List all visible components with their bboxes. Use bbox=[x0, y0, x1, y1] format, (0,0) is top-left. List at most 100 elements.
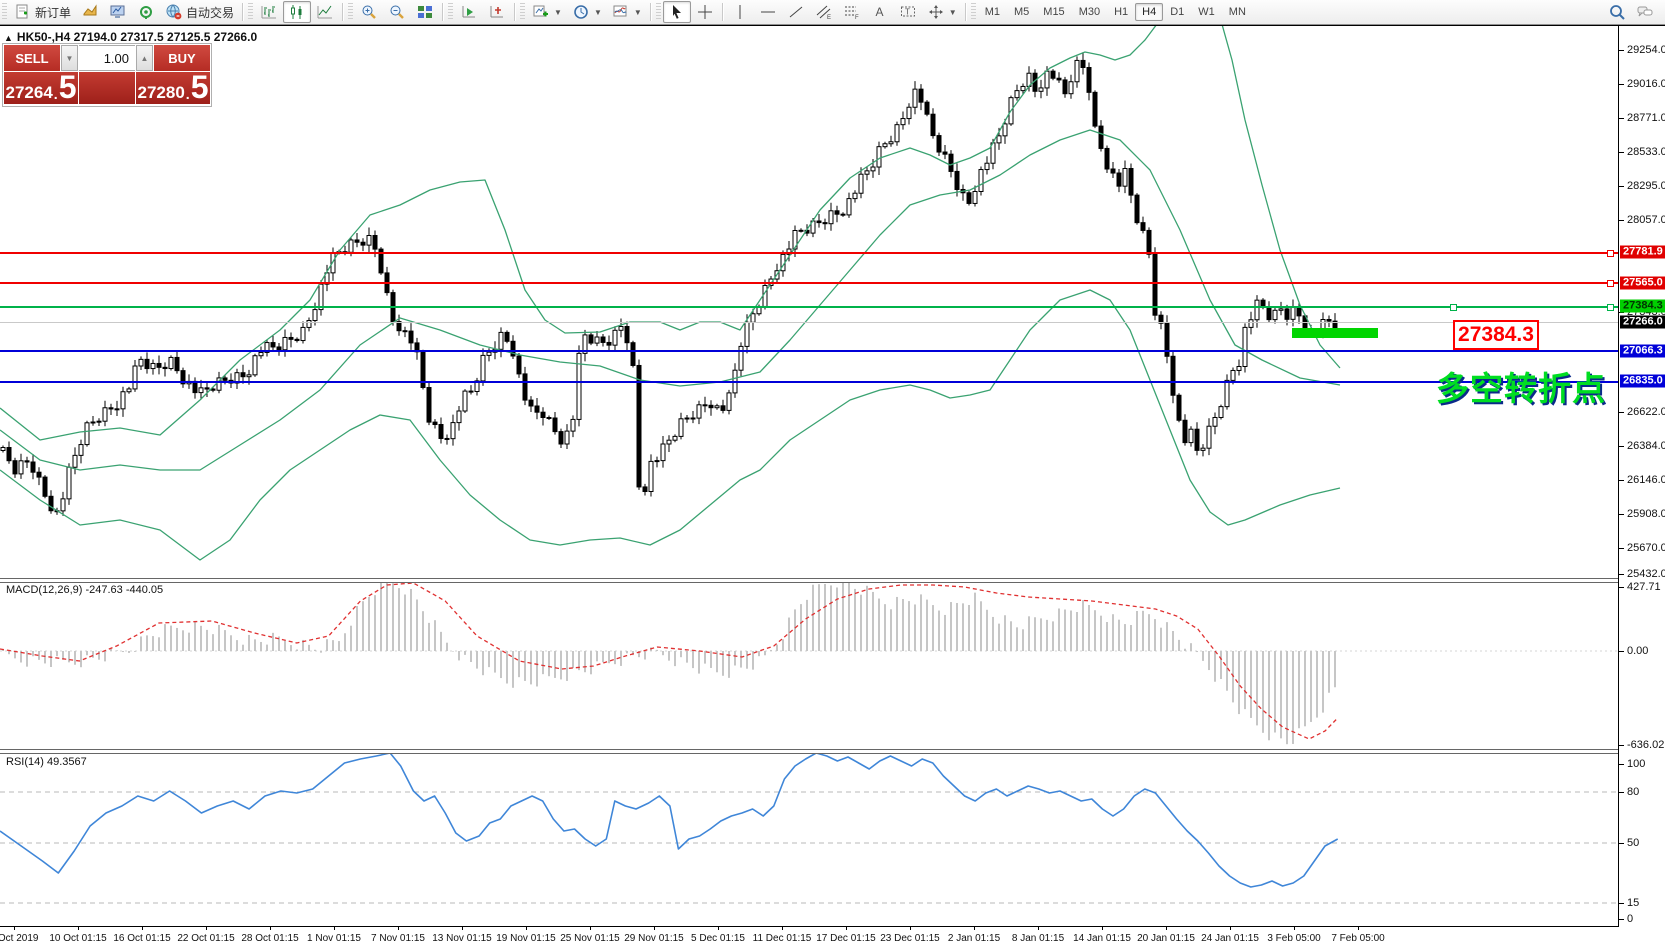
hline-handle[interactable] bbox=[1607, 250, 1614, 257]
bar-chart-icon[interactable] bbox=[255, 1, 283, 23]
time-tick bbox=[1038, 926, 1039, 930]
macd-pane[interactable] bbox=[0, 581, 1618, 749]
crosshair-icon[interactable] bbox=[691, 1, 719, 23]
hline-27781.9[interactable] bbox=[0, 252, 1618, 254]
buy-button[interactable]: BUY bbox=[154, 45, 210, 71]
time-tick bbox=[1358, 926, 1359, 930]
price-label: 26622.0 bbox=[1627, 406, 1665, 418]
chinese-annotation[interactable]: 多空转折点 bbox=[1436, 362, 1606, 410]
time-label: 7 Feb 05:00 bbox=[1331, 933, 1384, 944]
auto-scroll-icon[interactable] bbox=[455, 1, 483, 23]
price-tick bbox=[1619, 574, 1624, 575]
caret-down-icon: ▼ bbox=[634, 8, 642, 17]
tf-m15[interactable]: M15 bbox=[1036, 3, 1071, 21]
hline-27384.3[interactable] bbox=[0, 306, 1618, 308]
volume-input[interactable]: 1.00 bbox=[79, 45, 135, 71]
navigator-icon[interactable] bbox=[132, 1, 160, 23]
line-chart-icon[interactable] bbox=[311, 1, 339, 23]
new-chart-dropdown[interactable]: ▼ bbox=[527, 0, 567, 24]
tf-h4[interactable]: H4 bbox=[1135, 3, 1163, 21]
time-tick bbox=[654, 926, 655, 930]
volume-down-button[interactable]: ▼ bbox=[61, 45, 78, 71]
buy-price-button[interactable]: 27280.5 bbox=[136, 72, 210, 104]
market-watch-icon[interactable] bbox=[76, 1, 104, 23]
time-tick bbox=[142, 926, 143, 930]
sell-price-main: 27264 bbox=[6, 84, 53, 101]
macd-tick bbox=[1619, 651, 1624, 652]
zoom-in-icon[interactable] bbox=[355, 1, 383, 23]
chart-shift-icon[interactable] bbox=[483, 1, 511, 23]
fibonacci-icon[interactable]: F bbox=[838, 1, 866, 23]
time-label: 16 Oct 01:15 bbox=[113, 933, 170, 944]
price-badge-27384.3: 27384.3 bbox=[1620, 300, 1665, 313]
price-tick bbox=[1619, 152, 1624, 153]
chart-window[interactable]: ▲HK50-,H4 27194.0 27317.5 27125.5 27266.… bbox=[0, 25, 1665, 949]
cursor-icon[interactable] bbox=[663, 1, 691, 23]
price-label: 28771.0 bbox=[1627, 112, 1665, 124]
price-tick bbox=[1619, 84, 1624, 85]
rsi-separator[interactable] bbox=[0, 749, 1619, 754]
macd-separator[interactable] bbox=[0, 578, 1619, 583]
indicators-dropdown[interactable]: ▼ bbox=[607, 0, 647, 24]
pivot-price-label[interactable]: 27384.3 bbox=[1453, 320, 1539, 350]
vertical-line-icon[interactable] bbox=[726, 1, 754, 23]
price-tick bbox=[1619, 220, 1624, 221]
candlestick-chart-icon[interactable] bbox=[283, 1, 311, 23]
time-label: 3 Oct 2019 bbox=[0, 933, 38, 944]
rsi-pane[interactable] bbox=[0, 753, 1618, 926]
hline-27066.3[interactable] bbox=[0, 350, 1618, 352]
sell-price-button[interactable]: 27264.5 bbox=[4, 72, 78, 104]
time-label: 14 Jan 01:15 bbox=[1073, 933, 1131, 944]
sell-button[interactable]: SELL bbox=[4, 45, 60, 71]
hline-handle[interactable] bbox=[1607, 280, 1614, 287]
time-label: 28 Oct 01:15 bbox=[241, 933, 298, 944]
tf-m30[interactable]: M30 bbox=[1072, 3, 1107, 21]
time-tick bbox=[846, 926, 847, 930]
time-label: 11 Dec 01:15 bbox=[753, 933, 812, 944]
rsi-axis-label: 15 bbox=[1627, 897, 1639, 909]
data-window-icon[interactable] bbox=[104, 1, 132, 23]
macd-tick bbox=[1619, 745, 1624, 746]
search-icon[interactable] bbox=[1603, 1, 1631, 23]
periods-clock-icon bbox=[572, 3, 590, 21]
macd-label: MACD(12,26,9) -247.63 -440.05 bbox=[6, 584, 163, 596]
hline-26835.0[interactable] bbox=[0, 381, 1618, 383]
tf-mn[interactable]: MN bbox=[1222, 3, 1253, 21]
hline-27565.0[interactable] bbox=[0, 282, 1618, 284]
new-order-button[interactable]: 新订单 bbox=[9, 0, 76, 24]
text-label-icon[interactable]: T bbox=[894, 1, 922, 23]
svg-text:E: E bbox=[827, 15, 831, 21]
chart-title: ▲HK50-,H4 27194.0 27317.5 27125.5 27266.… bbox=[4, 30, 257, 44]
collapse-arrow-icon[interactable]: ▲ bbox=[4, 33, 13, 43]
volume-up-button[interactable]: ▲ bbox=[136, 45, 153, 71]
price-label: 26146.0 bbox=[1627, 474, 1665, 486]
tile-windows-icon[interactable] bbox=[411, 1, 439, 23]
time-tick bbox=[398, 926, 399, 930]
svg-text:T: T bbox=[905, 8, 910, 17]
main-chart-pane[interactable] bbox=[0, 26, 1618, 577]
price-badge-26835.0: 26835.0 bbox=[1620, 375, 1665, 388]
price-axis-line bbox=[1618, 26, 1619, 926]
tf-d1[interactable]: D1 bbox=[1163, 3, 1191, 21]
hline-handle[interactable] bbox=[1607, 304, 1614, 311]
hline-handle[interactable] bbox=[1450, 304, 1457, 311]
chat-icon[interactable] bbox=[1631, 1, 1659, 23]
shapes-dropdown[interactable]: ▼ bbox=[922, 0, 962, 24]
horizontal-line-icon[interactable] bbox=[754, 1, 782, 23]
sell-price-dot: . bbox=[54, 87, 58, 101]
price-label: 28295.0 bbox=[1627, 180, 1665, 192]
equidistant-channel-icon[interactable]: E bbox=[810, 1, 838, 23]
time-tick bbox=[974, 926, 975, 930]
auto-trading-button[interactable]: 自动交易 bbox=[160, 0, 239, 24]
green-rectangle-object[interactable] bbox=[1292, 328, 1378, 338]
text-icon[interactable]: A bbox=[866, 1, 894, 23]
tf-w1[interactable]: W1 bbox=[1191, 3, 1222, 21]
periods-dropdown[interactable]: ▼ bbox=[567, 0, 607, 24]
hline-27266.0[interactable] bbox=[0, 322, 1618, 323]
price-tick bbox=[1619, 548, 1624, 549]
tf-h1[interactable]: H1 bbox=[1107, 3, 1135, 21]
trendline-icon[interactable] bbox=[782, 1, 810, 23]
tf-m1[interactable]: M1 bbox=[978, 3, 1007, 21]
tf-m5[interactable]: M5 bbox=[1007, 3, 1036, 21]
zoom-out-icon[interactable] bbox=[383, 1, 411, 23]
